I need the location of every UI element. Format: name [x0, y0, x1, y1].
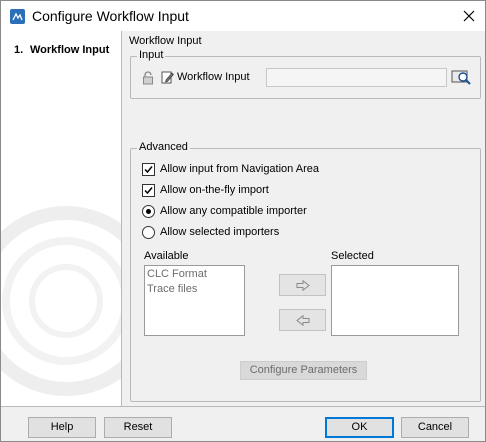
arrow-left-icon: [296, 315, 310, 326]
add-importer-button[interactable]: [279, 274, 326, 296]
configure-workflow-input-dialog: Configure Workflow Input 1. Workflow Inpu…: [0, 0, 486, 442]
configure-parameters-button[interactable]: Configure Parameters: [240, 361, 367, 380]
arrow-right-icon: [296, 280, 310, 291]
checkbox-box[interactable]: [142, 163, 155, 176]
app-icon: [10, 9, 25, 24]
radio-label: Allow selected importers: [160, 226, 280, 238]
button-bar: Help Reset OK Cancel: [1, 406, 485, 441]
remove-importer-button[interactable]: [279, 309, 326, 331]
main-panel: Workflow Input Input Workflow Input Adva…: [123, 31, 485, 406]
selected-label: Selected: [331, 250, 374, 262]
radio-label: Allow any compatible importer: [160, 205, 307, 217]
watermark-graphic: [1, 206, 121, 396]
input-group-legend: Input: [137, 49, 166, 61]
radio-circle[interactable]: [142, 205, 155, 218]
checkbox-label: Allow input from Navigation Area: [160, 163, 319, 175]
workflow-input-label: Workflow Input: [177, 71, 250, 83]
help-button[interactable]: Help: [28, 417, 96, 438]
browse-icon[interactable]: [451, 67, 471, 87]
cancel-button[interactable]: Cancel: [401, 417, 469, 438]
radio-circle[interactable]: [142, 226, 155, 239]
reset-button[interactable]: Reset: [104, 417, 172, 438]
workflow-input-field[interactable]: [266, 68, 447, 87]
title-bar: Configure Workflow Input: [1, 1, 485, 31]
window-title: Configure Workflow Input: [32, 8, 189, 24]
available-list[interactable]: CLC Format Trace files: [144, 265, 245, 336]
list-item[interactable]: Trace files: [147, 283, 197, 295]
checkbox-label: Allow on-the-fly import: [160, 184, 269, 196]
wizard-step-workflow-input: 1. Workflow Input: [14, 44, 109, 56]
input-group: Input Workflow Input: [130, 49, 481, 99]
advanced-group-legend: Advanced: [137, 141, 190, 153]
available-label: Available: [144, 250, 189, 262]
step-number: 1.: [14, 44, 24, 56]
selected-list[interactable]: [331, 265, 459, 336]
step-label: Workflow Input: [30, 44, 110, 56]
wizard-steps-panel: 1. Workflow Input: [1, 31, 122, 406]
edit-icon[interactable]: [161, 70, 174, 84]
ok-button[interactable]: OK: [325, 417, 394, 438]
close-icon[interactable]: [459, 7, 479, 25]
section-title: Workflow Input: [129, 35, 202, 47]
checkbox-box[interactable]: [142, 184, 155, 197]
list-item[interactable]: CLC Format: [147, 268, 207, 280]
lock-icon[interactable]: [142, 71, 154, 85]
advanced-group: Advanced Allow input from Navigation Are…: [130, 141, 481, 402]
